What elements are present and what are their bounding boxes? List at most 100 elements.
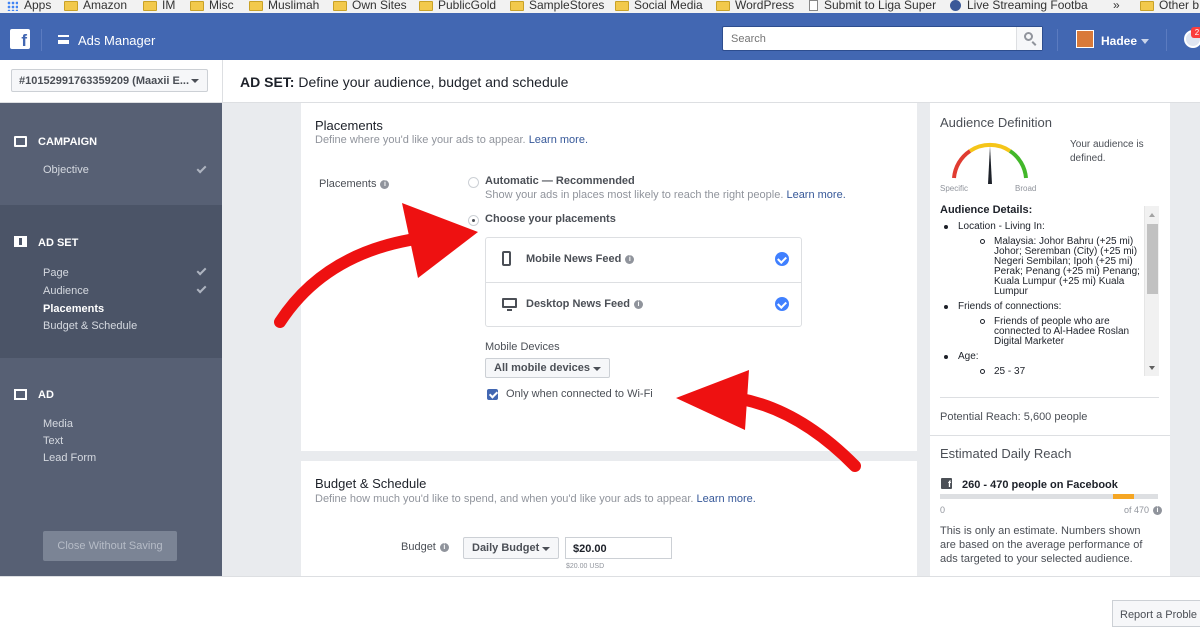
bookmark-muslimah[interactable]: Muslimah xyxy=(249,0,319,11)
ad-icon xyxy=(14,389,27,400)
scrollbar-thumb[interactable] xyxy=(1147,224,1158,294)
nav-divider xyxy=(1057,29,1058,51)
bookmark-amazon[interactable]: Amazon xyxy=(64,0,127,11)
sidebar-item-text[interactable]: Text xyxy=(43,435,63,447)
details-scrollbar[interactable] xyxy=(1144,206,1159,376)
choose-placements-label[interactable]: Choose your placements xyxy=(485,213,616,225)
estimated-reach-range: 260 - 470 people on Facebook xyxy=(962,479,1118,491)
list-item: Malaysia: Johor Bahru (+25 mi) Johor; Se… xyxy=(958,237,1144,297)
scroll-down-icon[interactable] xyxy=(1149,366,1155,370)
choose-placements-radio[interactable] xyxy=(468,215,479,226)
info-icon[interactable]: i xyxy=(1153,506,1163,515)
page-header: #10152991763359209 (Maaxii E... AD SET: … xyxy=(0,60,1200,103)
app-title[interactable]: Ads Manager xyxy=(78,33,155,48)
bookmark-wordpress[interactable]: WordPress xyxy=(716,0,794,11)
facebook-icon: f xyxy=(941,478,952,489)
folder-icon xyxy=(64,0,78,11)
account-menu-chevron-icon[interactable] xyxy=(1141,39,1149,44)
wifi-only-label[interactable]: Only when connected to Wi-Fi xyxy=(506,388,653,400)
wifi-only-checkbox[interactable] xyxy=(487,389,498,400)
bookmark-live-streaming[interactable]: Live Streaming Footba xyxy=(950,0,1088,11)
info-icon[interactable]: i xyxy=(380,180,390,189)
automatic-learn-more-link[interactable]: Learn more. xyxy=(786,189,845,201)
desktop-monitor-icon xyxy=(502,298,517,311)
sidebar-heading-campaign[interactable]: CAMPAIGN xyxy=(38,136,97,148)
bookmark-im[interactable]: IM xyxy=(143,0,175,11)
bookmark-liga-super[interactable]: Submit to Liga Super xyxy=(809,0,936,11)
scroll-up-icon[interactable] xyxy=(1149,213,1155,217)
bookmark-own-sites[interactable]: Own Sites xyxy=(333,0,407,11)
bookmarks-bar: Apps Amazon IM Misc Muslimah Own Sites P… xyxy=(0,0,1200,13)
audience-gauge xyxy=(952,143,1028,184)
chevron-down-icon[interactable] xyxy=(191,79,199,83)
footer xyxy=(0,576,1200,628)
bookmark-apps[interactable]: Apps xyxy=(7,0,51,11)
folder-icon xyxy=(190,0,204,11)
header-divider xyxy=(222,60,223,103)
sidebar-item-audience[interactable]: Audience xyxy=(43,285,89,297)
sidebar-heading-ad[interactable]: AD xyxy=(38,389,54,401)
budget-learn-more-link[interactable]: Learn more. xyxy=(697,493,756,505)
reach-axis-max: of 470 i xyxy=(1124,503,1163,517)
info-icon[interactable]: i xyxy=(625,255,635,264)
folder-icon xyxy=(419,0,433,11)
reach-axis-min: 0 xyxy=(940,505,946,515)
search-input[interactable] xyxy=(723,27,1018,50)
sidebar-item-placements[interactable]: Placements xyxy=(43,303,104,315)
automatic-placements-label[interactable]: Automatic — Recommended xyxy=(485,175,635,187)
nav-divider xyxy=(1166,29,1167,51)
placements-learn-more-link[interactable]: Learn more. xyxy=(529,134,588,146)
bookmark-misc[interactable]: Misc xyxy=(190,0,234,11)
bookmark-other[interactable]: Other b xyxy=(1140,0,1199,11)
sidebar-heading-adset[interactable]: AD SET xyxy=(38,237,78,249)
search-button[interactable] xyxy=(1016,27,1042,50)
budget-subtitle: Define how much you'd like to spend, and… xyxy=(315,493,756,505)
check-icon xyxy=(196,163,207,174)
sidebar-item-objective[interactable]: Objective xyxy=(43,164,89,176)
page-title-text: Define your audience, budget and schedul… xyxy=(298,74,569,90)
bookmark-publicgold[interactable]: PublicGold xyxy=(419,0,496,11)
check-icon xyxy=(196,283,207,294)
chevron-down-icon[interactable] xyxy=(542,547,550,551)
checked-circle-icon[interactable] xyxy=(775,297,789,311)
sidebar-item-budget-schedule[interactable]: Budget & Schedule xyxy=(43,320,137,332)
chevron-down-icon[interactable] xyxy=(593,367,601,371)
sidebar-item-media[interactable]: Media xyxy=(43,418,73,430)
top-navigation: f Ads Manager Hadee 2 xyxy=(0,13,1200,60)
budget-amount-note: $20.00 USD xyxy=(566,563,605,570)
username[interactable]: Hadee xyxy=(1101,34,1137,48)
bookmark-social-media[interactable]: Social Media xyxy=(615,0,703,11)
mobile-devices-select[interactable]: All mobile devices xyxy=(485,358,610,378)
audience-details-scroll[interactable]: Audience Details: Location - Living In: … xyxy=(940,205,1159,377)
info-icon[interactable]: i xyxy=(633,300,643,309)
info-icon[interactable]: i xyxy=(439,543,449,552)
folder-icon xyxy=(615,0,629,11)
mobile-devices-label: Mobile Devices xyxy=(485,341,560,353)
sidebar-item-lead-form[interactable]: Lead Form xyxy=(43,452,96,464)
budget-amount-input[interactable]: $20.00 xyxy=(565,537,672,559)
placements-subtitle: Define where you'd like your ads to appe… xyxy=(315,134,588,146)
budget-field-label: Budget i xyxy=(401,541,449,553)
bookmarks-overflow-button[interactable]: » xyxy=(1113,0,1120,11)
bookmark-samplestores[interactable]: SampleStores xyxy=(510,0,604,11)
sidebar-section-campaign: CAMPAIGN Objective xyxy=(0,103,222,205)
close-without-saving-button[interactable]: Close Without Saving xyxy=(43,531,177,561)
automatic-placements-radio[interactable] xyxy=(468,177,479,188)
facebook-logo-icon[interactable]: f xyxy=(10,29,30,49)
page-icon xyxy=(809,0,818,11)
avatar[interactable] xyxy=(1076,30,1094,48)
placement-option-mobile-news-feed[interactable]: Mobile News Feed i xyxy=(486,238,801,282)
audience-details-heading: Audience Details: xyxy=(940,205,1033,216)
menu-icon[interactable] xyxy=(58,35,69,44)
gauge-specific-label: Specific xyxy=(940,184,969,193)
sidebar-item-page[interactable]: Page xyxy=(43,267,69,279)
placement-option-desktop-news-feed[interactable]: Desktop News Feed i xyxy=(486,282,801,326)
checked-circle-icon[interactable] xyxy=(775,252,789,266)
report-problem-button[interactable]: Report a Proble xyxy=(1112,600,1200,627)
sidebar-section-adset: AD SET Page Audience Placements Budget &… xyxy=(0,205,222,358)
divider xyxy=(930,435,1170,436)
gauge-broad-arc xyxy=(1008,149,1028,179)
search-icon xyxy=(1024,32,1033,41)
account-select[interactable]: #10152991763359209 (Maaxii E... xyxy=(11,69,208,92)
estimated-reach-title: Estimated Daily Reach xyxy=(940,446,1072,461)
